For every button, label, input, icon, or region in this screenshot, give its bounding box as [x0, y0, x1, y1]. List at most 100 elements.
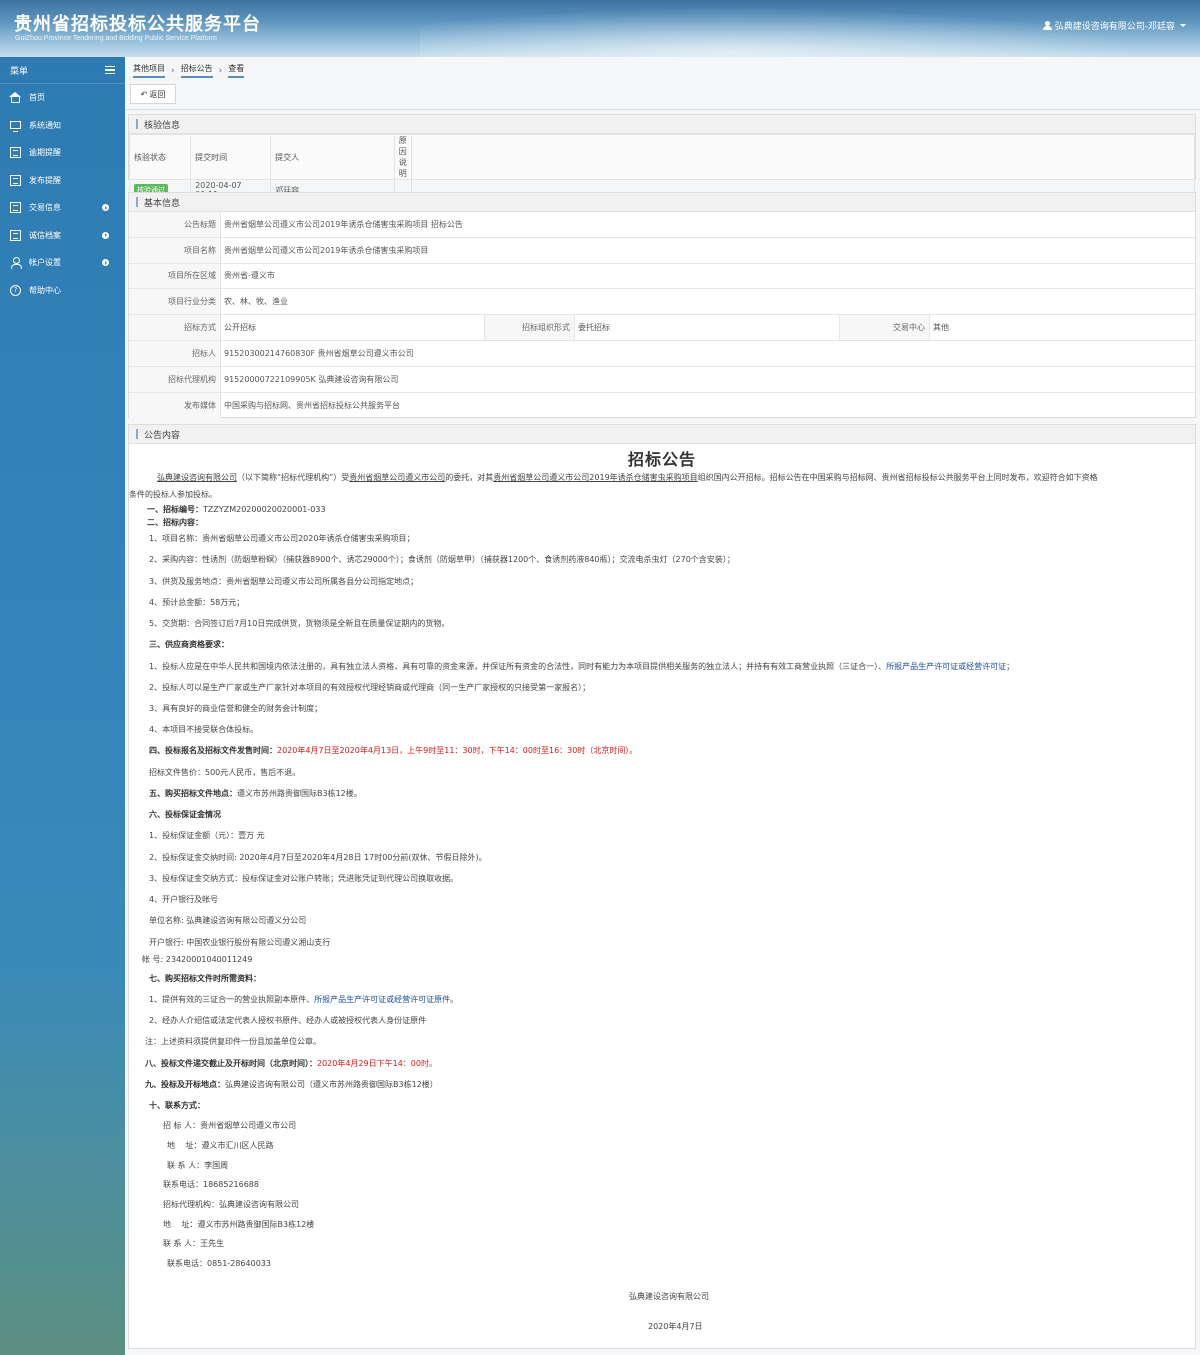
qualification-item: 3、具有良好的商业信誉和健全的财务会计制度； [149, 704, 323, 713]
sidebar-item-overdue[interactable]: 逾期提醒 [0, 139, 125, 167]
intro-line: 条件的投标人参加投标。 [129, 490, 217, 499]
qualification-item: 4、本项目不接受联合体投标。 [149, 725, 259, 734]
chevron-right-icon [102, 231, 109, 239]
qualification-item: 2、投标人可以是生产厂家或生产厂家针对本项目的有效授权代理经销商或代理商（同一生… [149, 683, 591, 692]
menu-label: 菜单 [10, 66, 29, 77]
sidebar: 菜单 首页 系统通知 逾期提醒 发布提醒 交易信息 诚信档案 帐户设置 ? 帮助… [0, 57, 125, 1355]
contact-line: 招标代理机构：弘典建设咨询有限公司 [163, 1200, 299, 1209]
verification-heading: 核验信息 [129, 115, 1195, 134]
divider [125, 109, 1200, 110]
contact-line: 联 系 人：李国周 [167, 1161, 229, 1170]
announcement-title-value: 贵州省烟草公司遵义市公司2019年诱杀仓储害虫采购项目 招标公告 [224, 219, 463, 229]
material-item: 2、经办人介绍信或法定代表人授权书原件、经办人或被授权代表人身份证原件 [149, 1016, 427, 1025]
breadcrumb-other-projects[interactable]: 其他项目 [133, 63, 165, 78]
sidebar-item-help[interactable]: ? 帮助中心 [0, 277, 125, 305]
col-submit-time: 提交时间 [190, 134, 272, 180]
info-row: 招标人 91520300214760830F 贵州省烟草公司遵义市公司 [129, 340, 1195, 367]
info-label: 招标方式 [129, 315, 221, 340]
announcement-heading: 公告内容 [129, 425, 1195, 444]
signature-company: 弘典建设咨询有限公司 [629, 1292, 709, 1301]
info-row: 项目所在区域 贵州省-遵义市 [129, 263, 1195, 290]
info-label: 项目名称 [129, 237, 221, 263]
verification-panel: 核验信息 核验状态 提交时间 提交人 原因说明 核验通过 2020-04-07 … [128, 114, 1196, 201]
deposit-item: 2、投标保证金交纳时间: 2020年4月7日至2020年4月28日 17时00分… [149, 853, 487, 862]
section-9: 九、投标及开标地点：弘典建设咨询有限公司（遵义市苏州路贵御国际B3栋12楼） [145, 1080, 438, 1089]
announcement-body: 弘典建设咨询有限公司（以下简称“招标代理机构”）受贵州省烟草公司遵义市公司的委托… [129, 470, 1195, 1355]
section-3: 三、供应商资格要求： [149, 640, 229, 649]
license-original-link: 所报产品生产许可证或经营许可证原件 [314, 995, 451, 1004]
platform-title: 贵州省招标投标公共服务平台 [14, 14, 261, 35]
announcement-panel: 公告内容 招标公告 弘典建设咨询有限公司（以下简称“招标代理机构”）受贵州省烟草… [128, 424, 1196, 1349]
info-row: 公告标题 贵州省烟草公司遵义市公司2019年诱杀仓储害虫采购项目 招标公告 [129, 212, 1195, 238]
breadcrumb-tender-notice[interactable]: 招标公告 [180, 63, 213, 78]
verification-table: 核验状态 提交时间 提交人 原因说明 核验通过 2020-04-07 09:11… [128, 134, 1196, 201]
license-link: 所报产品生产许可证或经营许可证 [886, 662, 1007, 671]
sidebar-item-credit-file[interactable]: 诚信档案 [0, 222, 125, 250]
tenderer-value: 91520300214760830F 贵州省烟草公司遵义市公司 [224, 348, 414, 358]
chevron-right-icon: › [218, 65, 223, 76]
section-8: 八、投标文件递交截止及开标时间（北京时间）：2020年4月29日下午14：00时… [145, 1059, 437, 1068]
list-icon [10, 202, 21, 214]
sidebar-item-account[interactable]: 帐户设置 [0, 249, 125, 277]
chevron-right-icon [102, 204, 109, 211]
qualification-item: 1、投标人应是在中华人民共和国境内依法注册的，具有独立法人资格，具有可靠的资金来… [149, 662, 1015, 671]
help-icon: ? [10, 284, 21, 296]
list-icon [10, 147, 21, 159]
bank-unit: 单位名称: 弘典建设咨询有限公司遵义分公司 [149, 916, 307, 925]
sidebar-item-trade-info[interactable]: 交易信息 [0, 194, 125, 222]
info-label: 公告标题 [129, 212, 221, 237]
back-button[interactable]: ↶ 返回 [130, 84, 176, 104]
sidebar-item-label: 诚信档案 [29, 230, 61, 240]
contact-line: 地 址：遵义市苏州路贵御国际B3栋12楼 [163, 1220, 315, 1229]
center-value: 其他 [933, 323, 949, 333]
section-2: 二、招标内容： [147, 518, 203, 527]
sidebar-item-label: 逾期提醒 [29, 148, 61, 158]
sidebar-item-label: 发布提醒 [29, 175, 61, 185]
info-label: 发布媒体 [129, 392, 221, 419]
content-item: 2、采购内容：性诱剂（防烟草粉螟）（捕获器8900个、诱芯29000个）；食诱剂… [149, 555, 735, 564]
method-value: 公开招标 [221, 315, 485, 340]
info-label: 项目行业分类 [129, 289, 221, 315]
home-icon [9, 91, 21, 103]
content-item: 1、项目名称：贵州省烟草公司遵义市公司2020年诱杀仓储害虫采购项目； [149, 534, 415, 543]
user-icon [1042, 21, 1052, 30]
sidebar-item-label: 帐户设置 [29, 258, 61, 268]
col-submitter: 提交人 [270, 134, 395, 180]
info-row: 招标方式 公开招标 招标组织形式 委托招标 交易中心 其他 [129, 315, 1195, 341]
user-menu[interactable]: 弘典建设咨询有限公司-邓廷容 [1042, 19, 1186, 32]
signature-date: 2020年4月7日 [648, 1322, 703, 1331]
col-status: 核验状态 [128, 134, 192, 180]
section-7: 七、购买招标文件时所需资料： [149, 974, 261, 983]
main-content: 其他项目 › 招标公告 › 查看 ↶ 返回 核验信息 核验状态 提交时间 提交人… [125, 57, 1200, 1355]
sidebar-item-label: 系统通知 [29, 120, 61, 130]
contact-line: 联系电话：18685216688 [163, 1180, 259, 1189]
deposit-item: 3、投标保证金交纳方式：投标保证金对公账户转账；凭进账凭证到代理公司换取收据。 [149, 874, 459, 883]
sidebar-item-label: 交易信息 [29, 203, 61, 213]
content-item: 4、预计总金额：58万元； [149, 598, 245, 607]
list-icon [10, 229, 21, 241]
sidebar-item-home[interactable]: 首页 [0, 84, 125, 112]
info-label: 项目所在区域 [129, 263, 221, 289]
media-value: 中国采购与招标网、贵州省招标投标公共服务平台 [224, 400, 400, 410]
breadcrumb: 其他项目 › 招标公告 › 查看 [133, 63, 245, 78]
info-label: 招标人 [129, 340, 221, 366]
announcement-title: 招标公告 [627, 450, 696, 469]
contact-line: 联系电话：0851-28640033 [167, 1259, 271, 1268]
org-form-value: 委托招标 [575, 315, 840, 340]
bank-account: 帐 号: 23420001040011249 [142, 955, 253, 964]
col-filler [411, 134, 1196, 180]
sidebar-item-notifications[interactable]: 系统通知 [0, 112, 125, 140]
hamburger-icon[interactable] [105, 66, 115, 74]
col-reason: 原因说明 [393, 134, 412, 180]
breadcrumb-view: 查看 [228, 63, 245, 78]
region-value: 贵州省-遵义市 [224, 271, 275, 281]
sidebar-item-publish-reminder[interactable]: 发布提醒 [0, 167, 125, 195]
intro-line: 弘典建设咨询有限公司（以下简称“招标代理机构”）受贵州省烟草公司遵义市公司的委托… [157, 473, 1098, 482]
info-label: 招标组织形式 [485, 315, 575, 340]
info-label: 交易中心 [840, 315, 930, 340]
user-name: 弘典建设咨询有限公司-邓廷容 [1054, 22, 1175, 32]
list-icon [10, 174, 21, 186]
content-item: 5、交货期：合同签订后7月10日完成供货，货物须是全新且在质量保证期内的货物。 [149, 619, 450, 628]
section-6: 六、投标保证金情况 [149, 810, 221, 819]
section-10: 十、联系方式： [149, 1101, 205, 1110]
